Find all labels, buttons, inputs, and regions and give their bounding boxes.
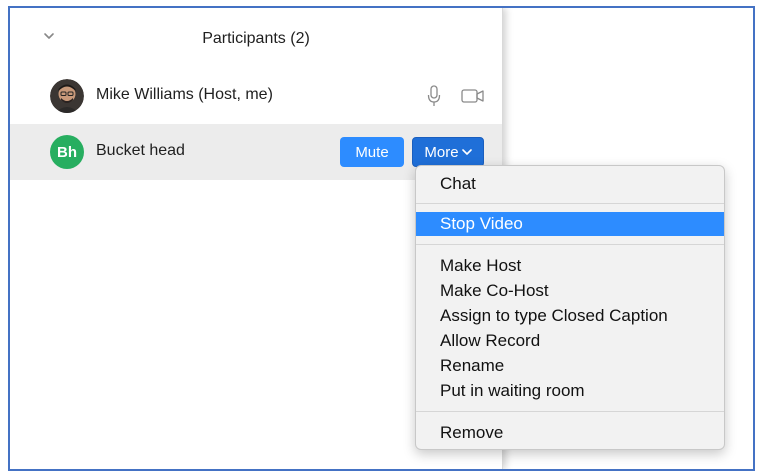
menu-item-rename[interactable]: Rename — [416, 354, 724, 378]
menu-separator — [416, 244, 724, 245]
menu-item-make-host[interactable]: Make Host — [416, 254, 724, 278]
more-button-label: More — [424, 143, 459, 161]
more-context-menu: Chat Stop Video Make Host Make Co-Host A… — [415, 165, 725, 450]
mute-button[interactable]: Mute — [340, 137, 404, 167]
microphone-icon[interactable] — [426, 84, 442, 108]
menu-item-stop-video[interactable]: Stop Video — [416, 212, 724, 236]
more-button[interactable]: More — [412, 137, 484, 167]
panel-title: Participants (2) — [202, 30, 310, 47]
video-camera-icon[interactable] — [461, 88, 485, 104]
more-chevron-icon — [461, 149, 472, 155]
participant-name: Mike Williams (Host, me) — [96, 86, 273, 103]
menu-item-assign-closed-caption[interactable]: Assign to type Closed Caption — [416, 304, 724, 328]
screenshot-frame: Participants (2) Mike Williams (Host, me… — [8, 6, 755, 471]
participant-row[interactable]: Mike Williams (Host, me) — [10, 68, 502, 124]
menu-item-allow-record[interactable]: Allow Record — [416, 329, 724, 353]
menu-item-remove[interactable]: Remove — [416, 421, 724, 445]
avatar — [50, 79, 84, 113]
menu-item-chat[interactable]: Chat — [416, 172, 724, 196]
menu-item-put-in-waiting-room[interactable]: Put in waiting room — [416, 379, 724, 403]
menu-item-make-co-host[interactable]: Make Co-Host — [416, 279, 724, 303]
menu-separator — [416, 203, 724, 204]
menu-separator — [416, 411, 724, 412]
participants-header: Participants (2) — [10, 8, 502, 70]
participant-name: Bucket head — [96, 142, 185, 159]
avatar: Bh — [50, 135, 84, 169]
